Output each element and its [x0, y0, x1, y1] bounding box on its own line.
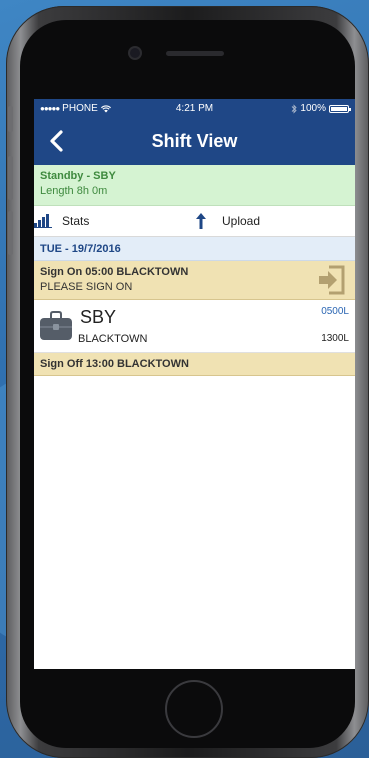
- standby-banner: Standby - SBY Length 8h 0m: [34, 165, 355, 206]
- mute-switch: [8, 106, 13, 132]
- carrier-label: PHONE: [62, 103, 98, 114]
- briefcase-icon: [40, 311, 72, 340]
- stats-button[interactable]: Stats: [34, 214, 89, 228]
- navigation-bar: Shift View: [34, 118, 355, 165]
- duty-start-time: 0500L: [321, 306, 349, 317]
- home-button[interactable]: [165, 680, 223, 738]
- battery-icon: [329, 104, 351, 113]
- app-screen: ●●●●● PHONE 4:21 PM 100% Shift View Stan…: [34, 99, 355, 669]
- bluetooth-icon: [292, 103, 298, 114]
- arrow-up-icon: [196, 213, 206, 229]
- standby-length: Length 8h 0m: [40, 185, 108, 197]
- page-title: Shift View: [151, 131, 238, 151]
- duty-code: SBY: [80, 307, 117, 327]
- standby-title: Standby - SBY: [40, 170, 116, 182]
- sign-off-row: Sign Off 13:00 BLACKTOWN: [34, 353, 355, 376]
- volume-down-button: [8, 211, 13, 255]
- battery-group: 100%: [291, 103, 351, 114]
- sign-on-row[interactable]: Sign On 05:00 BLACKTOWN PLEASE SIGN ON: [34, 261, 355, 300]
- wifi-icon: [100, 104, 111, 112]
- status-bar: ●●●●● PHONE 4:21 PM 100%: [34, 99, 355, 118]
- sign-on-title: Sign On 05:00 BLACKTOWN: [40, 266, 189, 278]
- date-header: TUE - 19/7/2016: [34, 237, 355, 261]
- sign-on-message: PLEASE SIGN ON: [40, 281, 133, 293]
- signal-dots-icon: ●●●●●: [40, 104, 60, 113]
- action-toolbar: Stats Upload: [34, 206, 355, 237]
- duty-end-time: 1300L: [321, 333, 349, 344]
- volume-up-button: [8, 156, 13, 200]
- earpiece-speaker: [166, 51, 224, 56]
- bar-chart-icon: [34, 214, 52, 228]
- sign-in-icon[interactable]: [317, 264, 347, 296]
- front-camera: [130, 48, 140, 58]
- upload-label: Upload: [222, 214, 261, 228]
- chevron-left-icon[interactable]: [46, 128, 70, 154]
- carrier-group: ●●●●● PHONE: [40, 103, 111, 114]
- duty-location: BLACKTOWN: [78, 333, 148, 345]
- upload-button[interactable]: Upload: [196, 213, 260, 229]
- battery-percent: 100%: [300, 103, 326, 114]
- duty-row[interactable]: SBY BLACKTOWN 0500L 1300L: [34, 300, 355, 353]
- stats-label: Stats: [62, 214, 90, 228]
